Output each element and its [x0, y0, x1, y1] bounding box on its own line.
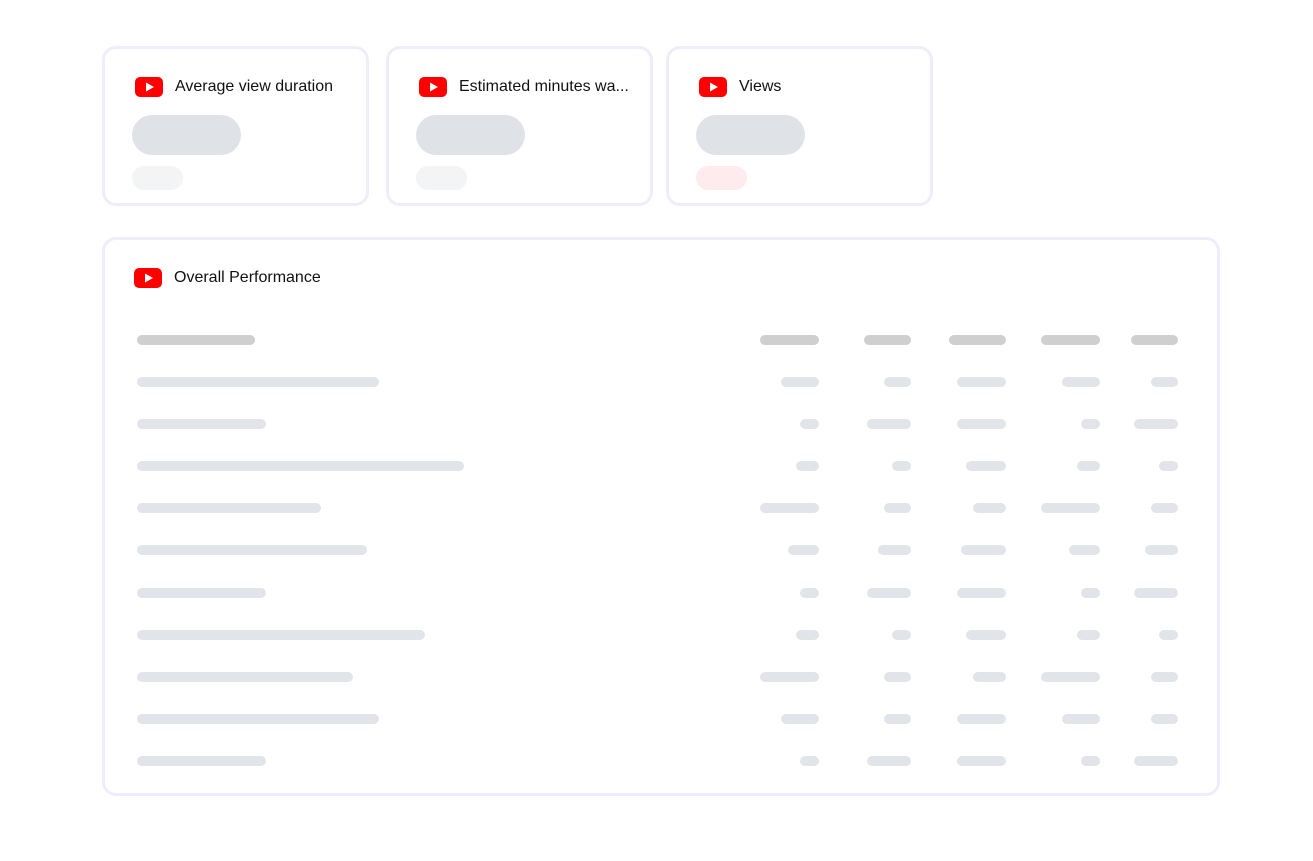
- table-header-placeholder: [864, 335, 911, 345]
- youtube-icon: [134, 268, 162, 288]
- table-cell-placeholder: [1041, 672, 1100, 682]
- table-cell-placeholder: [966, 630, 1006, 640]
- table-cell-placeholder: [884, 503, 911, 513]
- table-row-label-placeholder: [137, 714, 379, 724]
- table-cell-placeholder: [781, 377, 819, 387]
- table-row-label-placeholder: [137, 672, 353, 682]
- youtube-icon: [135, 77, 163, 97]
- metric-card-views: Views: [666, 46, 933, 206]
- metric-value-placeholder: [132, 115, 241, 155]
- table-cell-placeholder: [1151, 503, 1178, 513]
- table-cell-placeholder: [1077, 461, 1100, 471]
- table-row-label-placeholder: [137, 503, 321, 513]
- table-cell-placeholder: [796, 461, 819, 471]
- table-cell-placeholder: [957, 588, 1006, 598]
- table-row-label-placeholder: [137, 630, 425, 640]
- table-cell-placeholder: [796, 630, 819, 640]
- table-cell-placeholder: [1159, 461, 1178, 471]
- table-row-label-placeholder: [137, 461, 464, 471]
- metric-title: Estimated minutes wa...: [459, 78, 629, 95]
- metric-card-average-view-duration: Average view duration: [102, 46, 369, 206]
- table-cell-placeholder: [800, 756, 819, 766]
- table-cell-placeholder: [1151, 672, 1178, 682]
- metric-title: Average view duration: [175, 78, 334, 95]
- table-cell-placeholder: [781, 714, 819, 724]
- table-cell-placeholder: [1081, 588, 1100, 598]
- table-row-label-placeholder: [137, 419, 266, 429]
- table-cell-placeholder: [957, 377, 1006, 387]
- metric-card-header: Estimated minutes wa...: [419, 77, 649, 97]
- table-cell-placeholder: [1062, 714, 1100, 724]
- performance-title: Overall Performance: [174, 269, 321, 286]
- table-row-label-placeholder: [137, 588, 266, 598]
- table-cell-placeholder: [884, 377, 911, 387]
- table-cell-placeholder: [1069, 545, 1100, 555]
- metric-title: Views: [739, 78, 782, 95]
- table-cell-placeholder: [1081, 419, 1100, 429]
- youtube-icon: [419, 77, 447, 97]
- table-cell-placeholder: [1134, 756, 1178, 766]
- table-cell-placeholder: [1134, 419, 1178, 429]
- table-cell-placeholder: [1062, 377, 1100, 387]
- table-cell-placeholder: [1151, 714, 1178, 724]
- table-cell-placeholder: [878, 545, 911, 555]
- overall-performance-card: Overall Performance: [102, 237, 1220, 796]
- metric-value-placeholder: [696, 115, 805, 155]
- youtube-icon: [699, 77, 727, 97]
- table-header-placeholder: [760, 335, 819, 345]
- table-cell-placeholder: [892, 461, 911, 471]
- table-cell-placeholder: [867, 756, 911, 766]
- table-cell-placeholder: [1041, 503, 1100, 513]
- table-cell-placeholder: [957, 419, 1006, 429]
- table-cell-placeholder: [867, 588, 911, 598]
- table-cell-placeholder: [957, 714, 1006, 724]
- table-cell-placeholder: [1081, 756, 1100, 766]
- table-cell-placeholder: [1159, 630, 1178, 640]
- table-cell-placeholder: [760, 672, 819, 682]
- metric-delta-placeholder: [416, 166, 467, 190]
- table-header-placeholder: [1041, 335, 1100, 345]
- table-cell-placeholder: [1145, 545, 1178, 555]
- table-cell-placeholder: [1077, 630, 1100, 640]
- table-cell-placeholder: [966, 461, 1006, 471]
- table-header-placeholder: [137, 335, 255, 345]
- table-cell-placeholder: [957, 756, 1006, 766]
- table-cell-placeholder: [884, 672, 911, 682]
- metric-card-header: Average view duration: [135, 77, 365, 97]
- table-cell-placeholder: [973, 672, 1006, 682]
- table-cell-placeholder: [800, 419, 819, 429]
- table-row-label-placeholder: [137, 545, 367, 555]
- table-cell-placeholder: [884, 714, 911, 724]
- metric-card-estimated-minutes-watched: Estimated minutes wa...: [386, 46, 653, 206]
- metric-delta-placeholder: [696, 166, 747, 190]
- performance-card-header: Overall Performance: [134, 268, 321, 288]
- table-cell-placeholder: [800, 588, 819, 598]
- table-row-label-placeholder: [137, 756, 266, 766]
- table-cell-placeholder: [867, 419, 911, 429]
- table-cell-placeholder: [961, 545, 1006, 555]
- table-cell-placeholder: [760, 503, 819, 513]
- table-cell-placeholder: [973, 503, 1006, 513]
- table-cell-placeholder: [1151, 377, 1178, 387]
- metric-card-header: Views: [699, 77, 929, 97]
- table-header-placeholder: [949, 335, 1006, 345]
- metric-value-placeholder: [416, 115, 525, 155]
- table-cell-placeholder: [1134, 588, 1178, 598]
- table-cell-placeholder: [788, 545, 819, 555]
- table-cell-placeholder: [892, 630, 911, 640]
- metric-delta-placeholder: [132, 166, 183, 190]
- table-row-label-placeholder: [137, 377, 379, 387]
- table-header-placeholder: [1131, 335, 1178, 345]
